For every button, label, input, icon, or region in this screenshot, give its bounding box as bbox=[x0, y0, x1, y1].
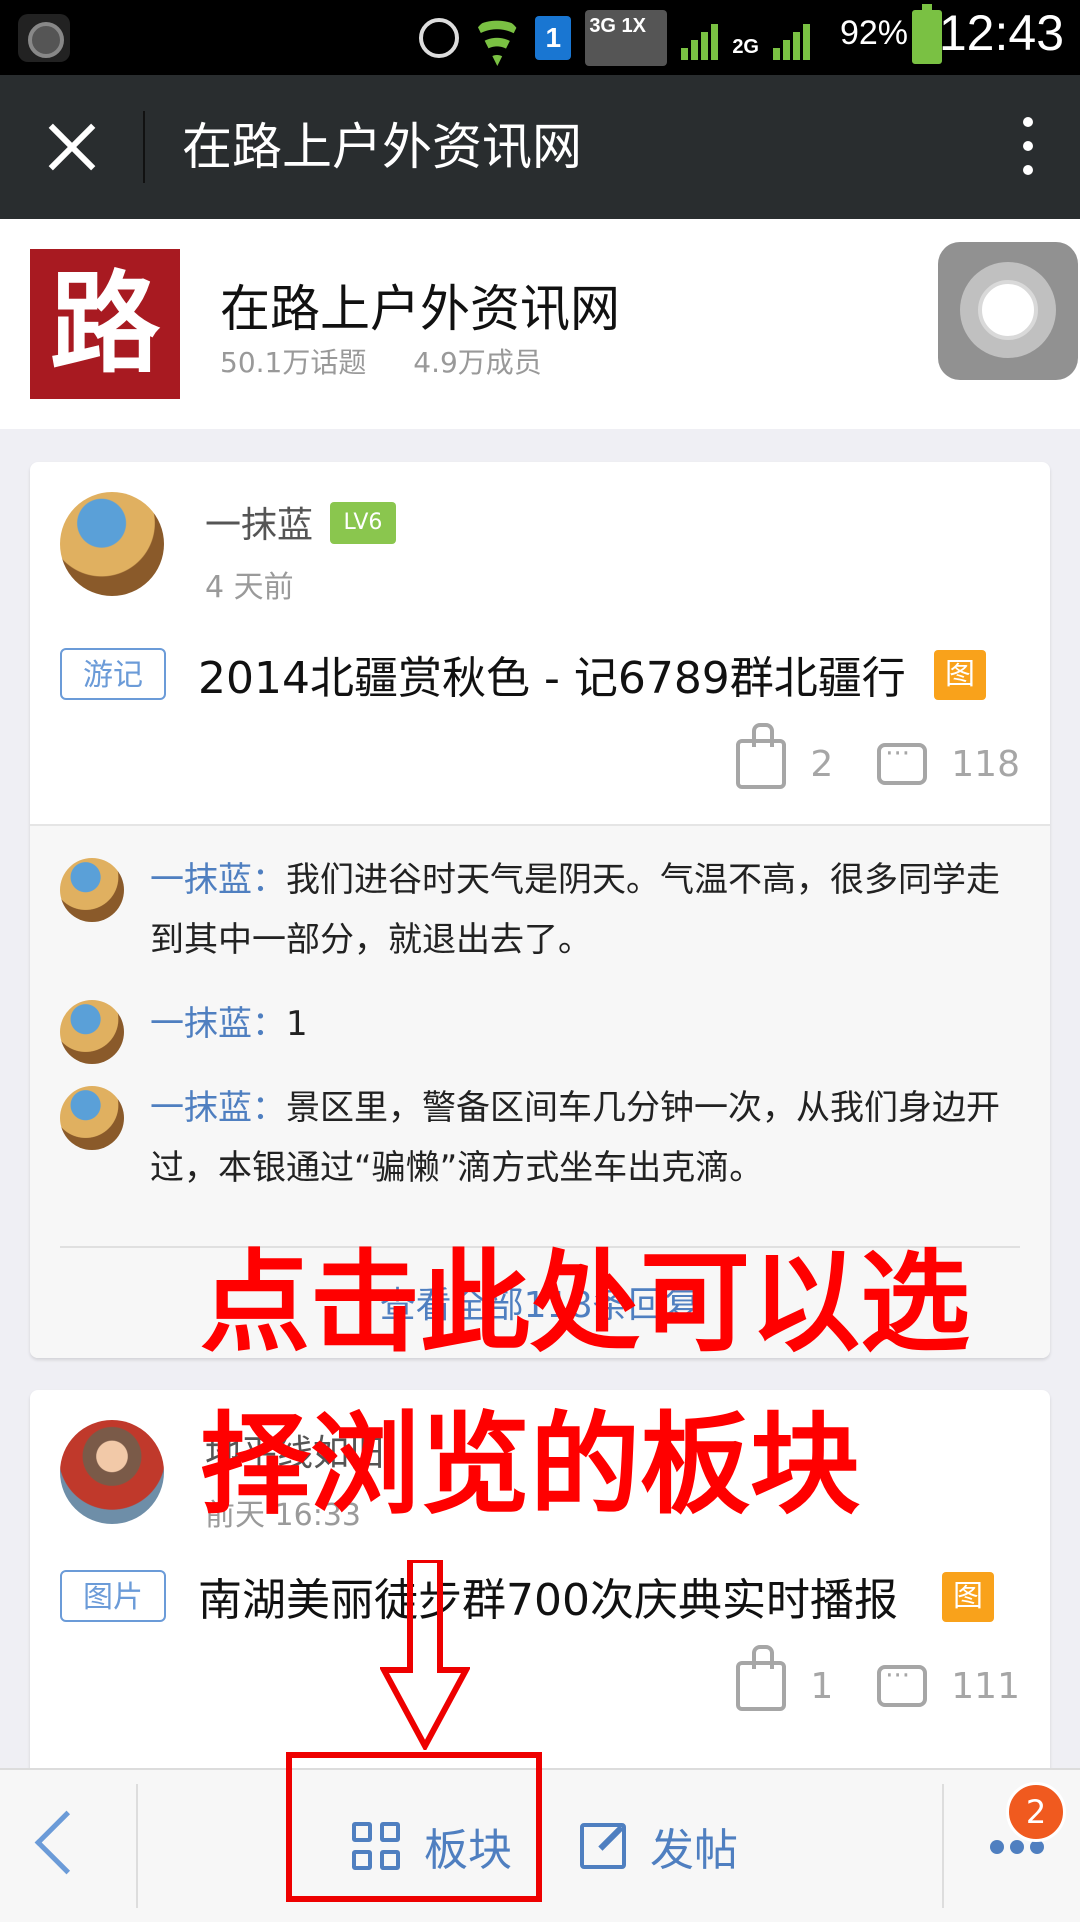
annotation-highlight-box bbox=[286, 1752, 542, 1902]
forum-stats: 50.1万话题 4.9万成员 bbox=[220, 341, 580, 381]
reply-avatar[interactable] bbox=[60, 1000, 124, 1064]
notification-app-icon bbox=[18, 14, 70, 62]
reply-item: 一抹蓝：景区里，警备区间车几分钟一次，从我们身边开过，本银通过“骗懒”滴方式坐车… bbox=[150, 1078, 1022, 1198]
sim-indicator: 1 bbox=[535, 16, 572, 60]
title-bar: 在路上户外资讯网 bbox=[0, 75, 1080, 219]
status-icons: 1 3G 1X 2G bbox=[419, 10, 810, 66]
floating-assistive-button[interactable] bbox=[938, 242, 1078, 380]
title-divider bbox=[143, 111, 145, 183]
reply-avatar[interactable] bbox=[60, 1086, 124, 1150]
post-tag[interactable]: 游记 bbox=[60, 648, 166, 700]
battery-icon bbox=[912, 4, 942, 64]
post-title[interactable]: 南湖美丽徒步群700次庆典实时播报 bbox=[198, 1564, 898, 1628]
forum-member-count: 4.9万成员 bbox=[413, 346, 542, 379]
like-icon[interactable] bbox=[736, 1645, 787, 1711]
toolbar-divider bbox=[942, 1784, 944, 1908]
like-count: 2 bbox=[810, 743, 834, 785]
post-actions: 2 118 bbox=[736, 723, 1020, 794]
clock: 12:43 bbox=[938, 5, 1064, 61]
status-bar: 1 3G 1X 2G 92% 12:43 bbox=[0, 0, 1080, 75]
new-post-button[interactable]: 发帖 bbox=[580, 1816, 738, 1876]
more-options-icon[interactable] bbox=[1020, 117, 1036, 179]
edit-icon bbox=[580, 1823, 626, 1869]
reply-author[interactable]: 一抹蓝： bbox=[150, 1088, 286, 1128]
page-title: 在路上户外资讯网 bbox=[182, 118, 582, 176]
post-actions: 1 111 bbox=[736, 1645, 1020, 1716]
post-title[interactable]: 2014北疆赏秋色 - 记6789群北疆行 bbox=[198, 642, 906, 706]
comment-icon[interactable] bbox=[877, 739, 928, 785]
battery-percentage: 92% bbox=[839, 14, 908, 52]
close-icon[interactable] bbox=[36, 111, 108, 183]
comment-count: 118 bbox=[951, 743, 1020, 785]
like-count: 1 bbox=[810, 1665, 834, 1707]
network-2g-indicator: 2G bbox=[732, 35, 759, 58]
avatar[interactable] bbox=[60, 1420, 164, 1524]
like-icon[interactable] bbox=[736, 723, 787, 789]
reply-author[interactable]: 一抹蓝： bbox=[150, 860, 286, 900]
signal-strength-icon-2 bbox=[773, 16, 810, 60]
forum-header[interactable]: 路 在路上户外资讯网 50.1万话题 4.9万成员 bbox=[0, 219, 1080, 429]
comment-icon[interactable] bbox=[877, 1661, 928, 1707]
alarm-icon bbox=[419, 18, 460, 58]
wifi-icon bbox=[473, 18, 521, 58]
more-icon[interactable] bbox=[990, 1840, 1044, 1854]
back-icon[interactable] bbox=[34, 1810, 99, 1875]
reply-avatar[interactable] bbox=[60, 858, 124, 922]
toolbar-divider bbox=[136, 1784, 138, 1908]
network-3g-indicator: 3G 1X bbox=[585, 10, 668, 66]
annotation-text-line2: 择浏览的板块 bbox=[200, 1401, 860, 1529]
post-author[interactable]: 一抹蓝 bbox=[205, 496, 313, 548]
reply-author[interactable]: 一抹蓝： bbox=[150, 1004, 286, 1044]
notification-badge: 2 bbox=[1006, 1782, 1066, 1842]
post-card[interactable]: 一抹蓝 LV6 4 天前 游记 2014北疆赏秋色 - 记6789群北疆行 图 … bbox=[30, 462, 1050, 1358]
new-post-label: 发帖 bbox=[650, 1825, 738, 1876]
annotation-arrow-icon bbox=[380, 1560, 470, 1750]
reply-text: 1 bbox=[286, 1004, 308, 1044]
reply-item: 一抹蓝：1 bbox=[150, 994, 1022, 1054]
annotation-text-line1: 点击此处可以选 bbox=[200, 1239, 970, 1367]
reply-item: 一抹蓝：我们进谷时天气是阴天。气温不高，很多同学走到其中一部分，就退出去了。 bbox=[150, 850, 1022, 970]
avatar[interactable] bbox=[60, 492, 164, 596]
post-time: 4 天前 bbox=[205, 570, 294, 605]
comment-count: 111 bbox=[951, 1665, 1020, 1707]
level-badge: LV6 bbox=[330, 502, 396, 544]
image-badge: 图 bbox=[934, 650, 986, 700]
forum-topic-count: 50.1万话题 bbox=[220, 346, 367, 379]
post-tag[interactable]: 图片 bbox=[60, 1570, 166, 1622]
forum-name: 在路上户外资讯网 bbox=[220, 280, 620, 338]
image-badge: 图 bbox=[942, 1572, 994, 1622]
signal-strength-icon bbox=[681, 16, 719, 60]
forum-logo: 路 bbox=[30, 249, 180, 399]
